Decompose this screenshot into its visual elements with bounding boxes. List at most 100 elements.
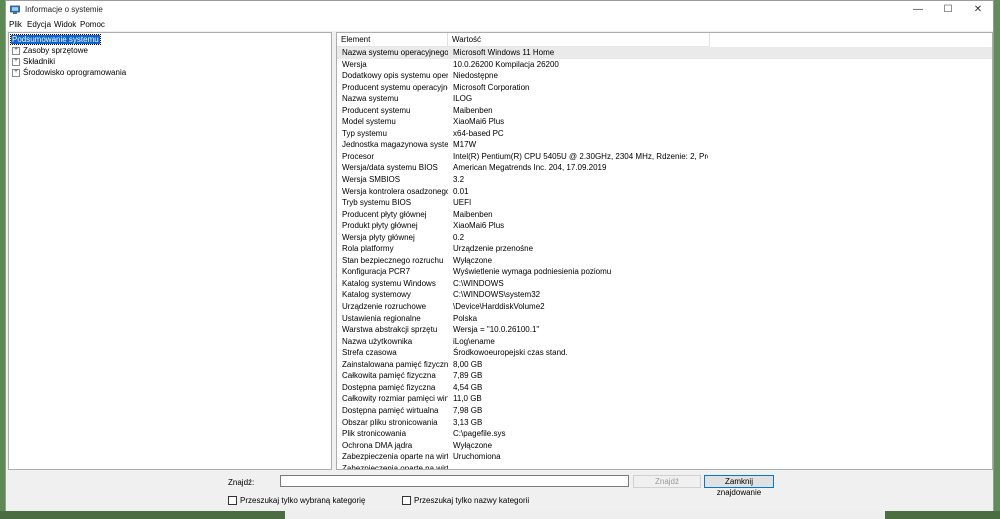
table-row[interactable]: Stan bezpiecznego rozruchu Wyłączone	[337, 255, 992, 267]
table-row[interactable]: Nazwa systemu ILOG	[337, 93, 992, 105]
table-row[interactable]: Warstwa abstrakcji sprzętu Wersja = "10.0…	[337, 324, 992, 336]
search-selected-category-checkbox[interactable]: Przeszukaj tylko wybraną kategorię	[228, 496, 366, 506]
table-row[interactable]: Producent systemu Maibenben	[337, 105, 992, 117]
row-element-cell: Całkowita pamięć fizyczna	[342, 371, 436, 381]
find-input[interactable]	[280, 475, 629, 487]
checkbox-box[interactable]	[402, 496, 411, 506]
table-row[interactable]: Typ systemu x64-based PC	[337, 128, 992, 140]
row-value-cell: 10.0.26200 Kompilacja 26200	[453, 59, 559, 69]
table-row[interactable]: Katalog systemowy C:\WINDOWS\system32	[337, 289, 992, 301]
category-tree[interactable]: Podsumowanie systemu + Zasoby sprzętowe +…	[8, 32, 332, 470]
checkbox-box[interactable]	[228, 496, 237, 506]
row-element-cell: Zabezpieczenia oparte na wirtu...	[342, 463, 448, 470]
find-button[interactable]: Znajdź	[633, 475, 701, 488]
row-element-cell: Producent systemu	[342, 105, 411, 115]
menu-file[interactable]: Plik	[9, 20, 22, 29]
row-value-cell: Niedostępne	[453, 71, 498, 81]
table-row[interactable]: Wersja/data systemu BIOS American Megatre…	[337, 162, 992, 174]
maximize-button[interactable]: ☐	[933, 1, 963, 19]
close-find-button[interactable]: Zamknij znajdowanie	[704, 475, 774, 497]
column-header-value[interactable]: Wartość	[448, 33, 710, 47]
checkbox-label: Przeszukaj tylko wybraną kategorię	[240, 496, 366, 505]
column-header-element[interactable]: Element	[337, 33, 448, 47]
table-row[interactable]: Zabezpieczenia oparte na wirtu...	[337, 463, 992, 470]
table-row[interactable]: Całkowita pamięć fizyczna 7,89 GB	[337, 370, 992, 382]
tree-item-label: Środowisko oprogramowania	[23, 68, 127, 77]
search-category-names-checkbox[interactable]: Przeszukaj tylko nazwy kategorii	[402, 496, 529, 506]
row-element-cell: Plik stronicowania	[342, 429, 407, 439]
table-row[interactable]: Ochrona DMA jądra Wyłączone	[337, 440, 992, 452]
minimize-button[interactable]: —	[903, 1, 933, 19]
table-row[interactable]: Konfiguracja PCR7 Wyświetlenie wymaga pod…	[337, 266, 992, 278]
tree-item-system-summary[interactable]: Podsumowanie systemu	[10, 34, 101, 45]
tree-item-software-environment[interactable]: + Środowisko oprogramowania	[11, 67, 126, 78]
row-element-cell: Katalog systemowy	[342, 290, 411, 300]
table-row[interactable]: Producent płyty głównej Maibenben	[337, 209, 992, 221]
row-value-cell: Uruchomiona	[453, 452, 501, 462]
row-element-cell: Nazwa systemu operacyjnego	[342, 48, 448, 57]
row-value-cell: Wyłączone	[453, 440, 493, 450]
row-value-cell: 3,13 GB	[453, 417, 483, 427]
table-row[interactable]: Produkt płyty głównej XiaoMai6 Plus	[337, 220, 992, 232]
menu-view[interactable]: Widok	[54, 20, 76, 29]
table-row[interactable]: Wersja kontrolera osadzonego 0.01	[337, 186, 992, 198]
table-row[interactable]: Wersja 10.0.26200 Kompilacja 26200	[337, 59, 992, 71]
row-element-cell: Zainstalowana pamięć fizyczna ...	[342, 359, 448, 369]
table-row[interactable]: Urządzenie rozruchowe \Device\HarddiskVol…	[337, 301, 992, 313]
row-value-cell: x64-based PC	[453, 128, 504, 138]
table-row[interactable]: Producent systemu operacyjne... Microsoft…	[337, 82, 992, 94]
row-element-cell: Nazwa systemu	[342, 94, 399, 104]
expand-plus-icon[interactable]: +	[12, 46, 20, 55]
row-element-cell: Wersja kontrolera osadzonego	[342, 186, 448, 196]
tree-item-components[interactable]: + Składniki	[11, 56, 55, 67]
row-element-cell: Producent systemu operacyjne...	[342, 82, 448, 92]
row-element-cell: Dostępna pamięć fizyczna	[342, 382, 436, 392]
table-row[interactable]: Rola platformy Urządzenie przenośne	[337, 243, 992, 255]
row-value-cell: iLog\ename	[453, 336, 495, 346]
menu-help[interactable]: Pomoc	[80, 20, 105, 29]
table-row[interactable]: Zabezpieczenia oparte na wirtu... Uruchom…	[337, 451, 992, 463]
table-row[interactable]: Obszar pliku stronicowania 3,13 GB	[337, 417, 992, 429]
row-element-cell: Obszar pliku stronicowania	[342, 417, 438, 427]
tree-item-hardware-resources[interactable]: + Zasoby sprzętowe	[11, 45, 88, 56]
table-row[interactable]: Całkowity rozmiar pamięci wirt... 11,0 GB	[337, 393, 992, 405]
table-row[interactable]: Tryb systemu BIOS UEFI	[337, 197, 992, 209]
table-row[interactable]: Dostępna pamięć wirtualna 7,98 GB	[337, 405, 992, 417]
row-value-cell: Wersja = "10.0.26100.1"	[453, 325, 540, 335]
desktop-background-right	[994, 0, 1000, 519]
row-element-cell: Warstwa abstrakcji sprzętu	[342, 325, 438, 335]
tree-item-label: Podsumowanie systemu	[10, 34, 101, 45]
row-element-cell: Konfiguracja PCR7	[342, 267, 411, 277]
row-element-cell: Zabezpieczenia oparte na wirtu...	[342, 452, 448, 462]
expand-plus-icon[interactable]: +	[12, 57, 20, 66]
find-label: Znajdź:	[228, 478, 255, 487]
table-row[interactable]: Katalog systemu Windows C:\WINDOWS	[337, 278, 992, 290]
table-row[interactable]: Nazwa systemu operacyjnego Microsoft Wind…	[337, 47, 992, 59]
table-row[interactable]: Nazwa użytkownika iLog\ename	[337, 336, 992, 348]
row-element-cell: Producent płyty głównej	[342, 209, 427, 219]
row-element-cell: Wersja	[342, 59, 367, 69]
row-value-cell: XiaoMai6 Plus	[453, 221, 505, 231]
close-button[interactable]: ✕	[963, 1, 993, 19]
row-element-cell: Wersja płyty głównej	[342, 232, 415, 242]
row-value-cell: Microsoft Windows 11 Home	[453, 48, 555, 57]
table-row[interactable]: Wersja płyty głównej 0.2	[337, 232, 992, 244]
menu-edit[interactable]: Edycja	[27, 20, 51, 29]
table-row[interactable]: Model systemu XiaoMai6 Plus	[337, 116, 992, 128]
table-row[interactable]: Dostępna pamięć fizyczna 4,54 GB	[337, 382, 992, 394]
title-bar[interactable]: Informacje o systemie — ☐ ✕	[6, 1, 993, 19]
table-row[interactable]: Jednostka magazynowa systemu M17W	[337, 139, 992, 151]
table-row[interactable]: Strefa czasowa Środkowoeuropejski czas st…	[337, 347, 992, 359]
table-row[interactable]: Plik stronicowania C:\pagefile.sys	[337, 428, 992, 440]
table-row[interactable]: Wersja SMBIOS 3.2	[337, 174, 992, 186]
details-list[interactable]: Element Wartość Nazwa systemu operacyjne…	[336, 32, 993, 470]
expand-plus-icon[interactable]: +	[12, 68, 20, 77]
table-row[interactable]: Ustawienia regionalne Polska	[337, 313, 992, 325]
row-value-cell: UEFI	[453, 198, 472, 208]
row-value-cell: Wyłączone	[453, 255, 493, 265]
row-element-cell: Urządzenie rozruchowe	[342, 302, 427, 312]
table-row[interactable]: Procesor Intel(R) Pentium(R) CPU 5405U @ …	[337, 151, 992, 163]
table-row[interactable]: Zainstalowana pamięć fizyczna ... 8,00 GB	[337, 359, 992, 371]
table-row[interactable]: Dodatkowy opis systemu oper... Niedostępn…	[337, 70, 992, 82]
row-value-cell: Wyświetlenie wymaga podniesienia poziomu	[453, 267, 612, 277]
